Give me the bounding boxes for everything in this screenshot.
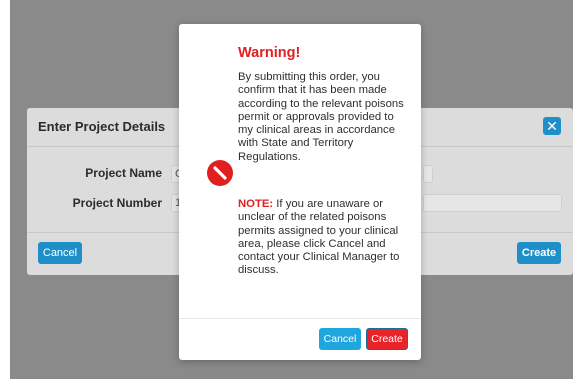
close-icon[interactable]: ✕: [543, 117, 561, 135]
dialog-create-button[interactable]: Create: [517, 242, 561, 264]
ban-icon: [207, 160, 233, 186]
create-button[interactable]: Create: [366, 328, 408, 350]
note-label: NOTE:: [238, 198, 274, 210]
project-number-label: Project Number: [72, 196, 162, 210]
project-name-label: Project Name: [85, 166, 162, 180]
warning-message: By submitting this order, you confirm th…: [238, 71, 404, 163]
dialog-cancel-button[interactable]: Cancel: [38, 242, 82, 264]
warning-modal: Warning! By submitting this order, you c…: [179, 24, 421, 360]
cancel-button[interactable]: Cancel: [319, 328, 361, 350]
project-name-input-tail[interactable]: [423, 165, 433, 183]
modal-footer-divider: [179, 318, 421, 319]
note-block: NOTE: If you are unaware or unclear of t…: [238, 198, 410, 278]
warning-title: Warning!: [238, 45, 301, 61]
project-number-input-tail[interactable]: [423, 194, 562, 212]
dialog-title: Enter Project Details: [38, 119, 166, 134]
